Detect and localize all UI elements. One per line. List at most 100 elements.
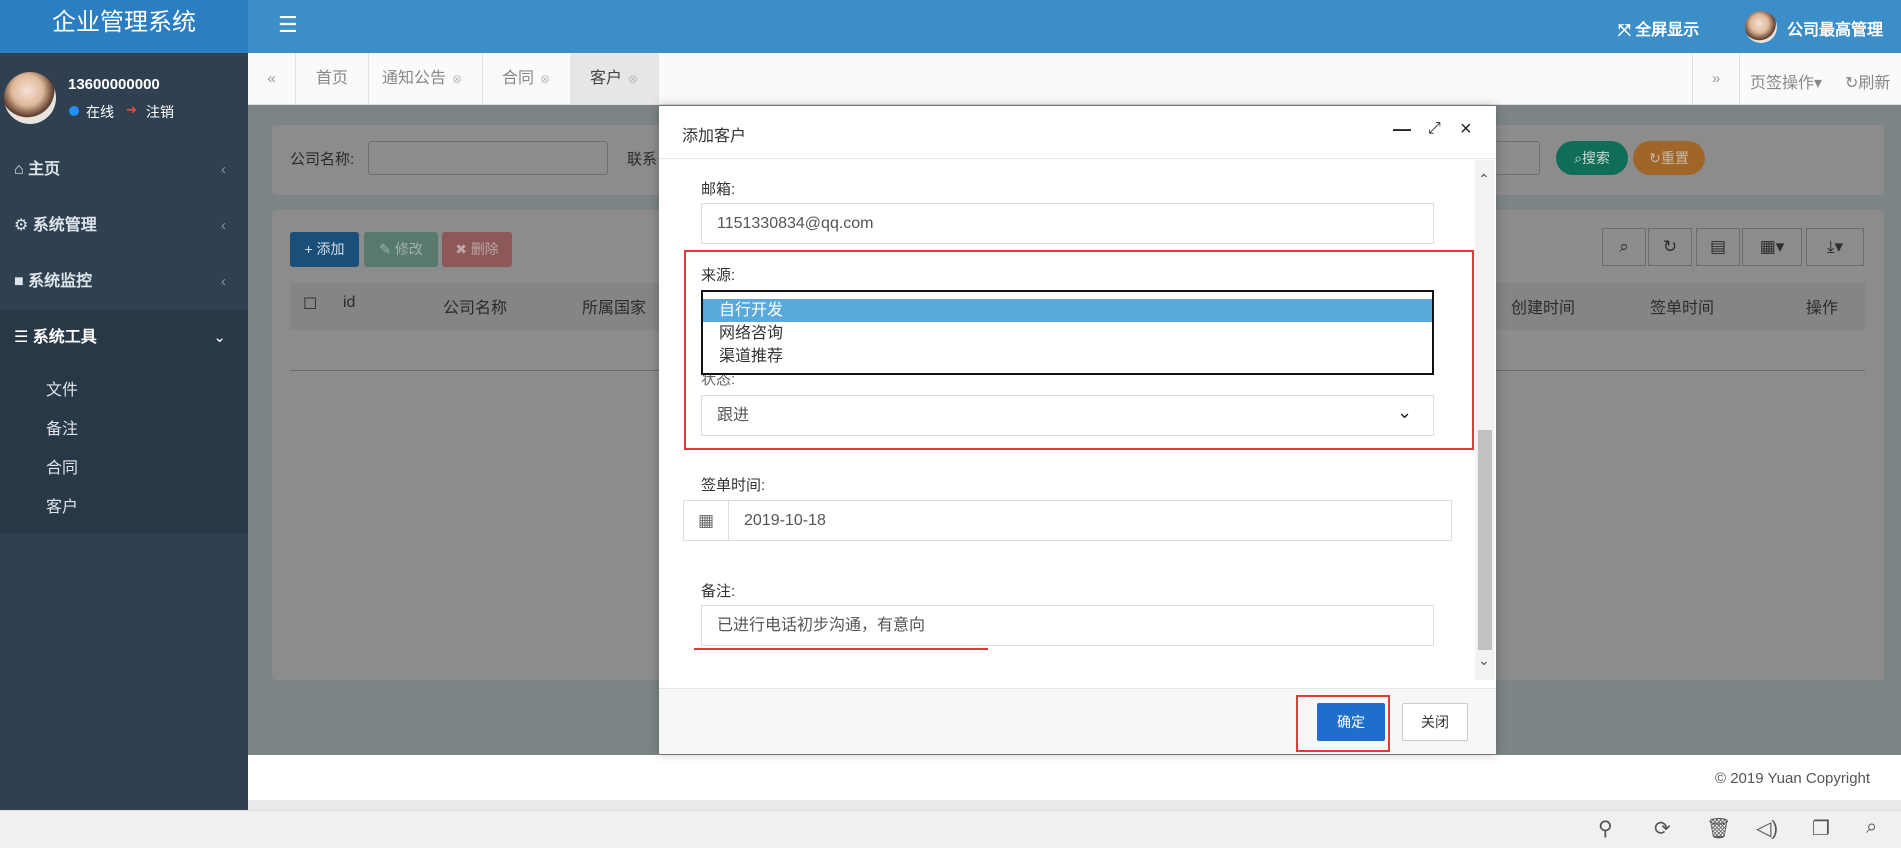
tab-refresh-button[interactable]: ↻刷新 — [1845, 69, 1890, 93]
tab-contract[interactable]: 合同 ⊗ — [482, 53, 572, 104]
email-field[interactable]: 1151330834@qq.com — [701, 203, 1434, 244]
email-label: 邮箱: — [701, 181, 736, 198]
source-option[interactable]: 自行开发 — [703, 299, 1432, 322]
tab-ops-dropdown[interactable]: 页签操作▾ — [1750, 69, 1822, 93]
sub-item-customer[interactable]: 客户 — [46, 493, 78, 517]
copy-icon[interactable]: ❐ — [1812, 816, 1830, 841]
tab-ops-label: 页签操作 — [1750, 75, 1815, 92]
minimize-icon[interactable]: — — [1393, 119, 1411, 140]
add-button-label: 添加 — [316, 241, 345, 257]
table-refresh-icon[interactable]: ↻ — [1648, 228, 1692, 266]
online-status-icon — [69, 106, 79, 116]
delete-button[interactable]: ✖ 删除 — [442, 232, 512, 267]
x-icon: ✖ — [455, 241, 467, 257]
tab-label: 客户 — [590, 70, 623, 87]
logout-link[interactable]: 注销 — [146, 102, 174, 122]
nav-item-system-tools[interactable]: ☰ 系统工具 ⌄ — [0, 310, 248, 366]
confirm-button[interactable]: 确定 — [1317, 703, 1385, 741]
table-toggle-view-icon[interactable]: ▤ — [1696, 228, 1740, 266]
edit-button[interactable]: ✎ 修改 — [364, 232, 438, 267]
note-field[interactable]: 已进行电话初步沟通，有意向 — [701, 605, 1434, 646]
tab-scroll-left-icon[interactable]: « — [248, 53, 296, 104]
company-name-label: 公司名称: — [290, 151, 355, 168]
search-button[interactable]: ⌕搜索 — [1556, 141, 1628, 175]
edit-icon: ✎ — [379, 241, 391, 257]
tab-scroll-right-icon[interactable]: » — [1692, 53, 1740, 104]
search-button-label: 搜索 — [1581, 150, 1610, 166]
nav-item-home[interactable]: ⌂ 主页 ‹ — [0, 142, 248, 198]
column-header-id[interactable]: id — [343, 294, 355, 312]
table-export-icon[interactable]: ⤓▾ — [1806, 228, 1864, 266]
close-button[interactable]: 关闭 — [1402, 703, 1468, 741]
video-icon: ■ — [14, 273, 24, 290]
table-search-icon[interactable]: ⌕ — [1602, 228, 1646, 266]
close-icon[interactable]: ⊗ — [540, 72, 550, 86]
refresh-circle-icon[interactable]: ⟳ — [1654, 816, 1671, 841]
source-option[interactable]: 渠道推荐 — [703, 345, 1432, 368]
tab-notice[interactable]: 通知公告 ⊗ — [362, 53, 484, 104]
edit-button-label: 修改 — [394, 241, 423, 257]
sign-date-field[interactable]: 2019-10-18 — [728, 500, 1452, 541]
list-icon: ☰ — [14, 329, 29, 346]
logout-icon[interactable]: ➜ — [126, 102, 137, 118]
sub-item-file[interactable]: 文件 — [46, 376, 78, 400]
sign-date-label: 签单时间: — [701, 477, 766, 494]
chevron-down-icon[interactable]: ⌄ — [1478, 652, 1490, 669]
close-icon[interactable]: ⊗ — [628, 72, 638, 86]
highlight-underline — [694, 648, 988, 650]
source-option[interactable]: 网络咨询 — [703, 322, 1432, 345]
fullscreen-label: 全屏显示 — [1635, 22, 1700, 39]
chevron-left-icon: ‹ — [221, 273, 226, 290]
reset-button[interactable]: ↻重置 — [1633, 141, 1705, 175]
search-icon: ⌕ — [1574, 150, 1582, 166]
sub-item-note[interactable]: 备注 — [46, 415, 78, 439]
tab-home[interactable]: 首页 — [296, 53, 370, 104]
refresh-icon: ↻ — [1649, 150, 1661, 166]
fullscreen-button[interactable]: ⤧ 全屏显示 — [1618, 16, 1699, 40]
company-name-input[interactable] — [368, 141, 608, 175]
scrollbar-thumb[interactable] — [1478, 430, 1492, 650]
menu-toggle-icon[interactable]: ☰ — [278, 12, 298, 38]
copyright-text: © 2019 Yuan Copyright — [1715, 770, 1871, 787]
user-phone: 13600000000 — [68, 76, 160, 93]
speaker-icon[interactable]: ◁) — [1756, 816, 1778, 841]
calendar-icon[interactable]: ▦ — [683, 500, 729, 541]
status-select[interactable]: 跟进 — [701, 395, 1434, 436]
column-header-country[interactable]: 所属国家 — [582, 294, 646, 318]
close-icon[interactable]: ⊗ — [452, 72, 462, 86]
chevron-left-icon: ‹ — [221, 217, 226, 234]
chevron-left-icon: ‹ — [221, 161, 226, 178]
admin-avatar[interactable] — [1745, 11, 1777, 43]
search-input-end[interactable] — [1490, 141, 1540, 175]
plus-icon: + — [304, 241, 313, 257]
column-header-actions: 操作 — [1806, 300, 1839, 317]
tab-label: 通知公告 — [382, 70, 447, 87]
expand-icon: ⤧ — [1618, 22, 1631, 39]
source-label: 来源: — [701, 267, 736, 284]
chevron-up-icon[interactable]: ⌃ — [1478, 171, 1490, 188]
delete-button-label: 删除 — [470, 241, 499, 257]
select-all-checkbox[interactable]: ☐ — [303, 294, 317, 314]
app-title: 企业管理系统 — [0, 0, 248, 53]
nav-item-label: 主页 — [28, 161, 61, 178]
column-header-created[interactable]: 创建时间 — [1511, 294, 1575, 318]
modal-header — [659, 106, 1496, 159]
tab-label: 首页 — [316, 70, 349, 87]
column-header-signed[interactable]: 签单时间 — [1650, 294, 1714, 318]
pin-icon[interactable]: ⚲ — [1598, 816, 1613, 841]
nav-item-system-management[interactable]: ⚙ 系统管理 ‹ — [0, 198, 248, 254]
sub-item-contract[interactable]: 合同 — [46, 454, 78, 478]
modal-title: 添加客户 — [682, 128, 747, 145]
nav-item-label: 系统监控 — [28, 273, 93, 290]
table-columns-icon[interactable]: ▦▾ — [1742, 228, 1802, 266]
chevron-down-icon[interactable]: ⌄ — [1397, 402, 1412, 423]
admin-name[interactable]: 公司最高管理 — [1787, 16, 1883, 40]
close-icon[interactable]: × — [1460, 118, 1472, 141]
trash-icon[interactable]: 🗑 — [1706, 816, 1731, 841]
nav-item-system-monitor[interactable]: ■ 系统监控 ‹ — [0, 254, 248, 310]
add-button[interactable]: + 添加 — [290, 232, 359, 267]
search-icon[interactable]: ⌕ — [1866, 816, 1877, 839]
column-header-company[interactable]: 公司名称 — [443, 294, 507, 318]
tab-customer[interactable]: 客户 ⊗ — [570, 53, 660, 104]
maximize-icon[interactable]: ⤢ — [1428, 120, 1441, 138]
